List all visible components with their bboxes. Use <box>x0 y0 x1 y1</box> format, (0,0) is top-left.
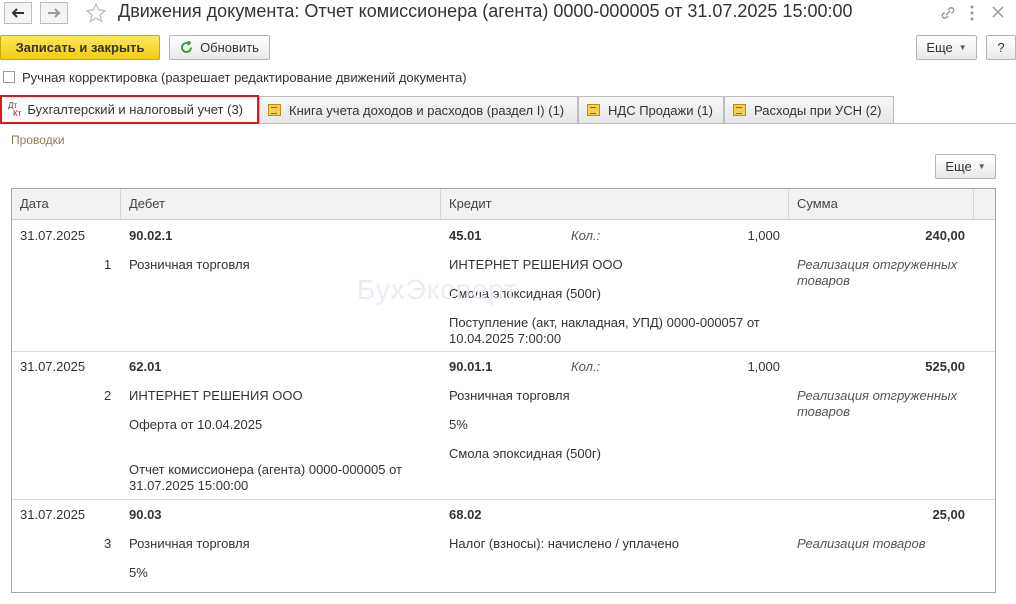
help-button[interactable]: ? <box>986 35 1016 60</box>
row2-content: Реализация отгруженных <box>797 388 958 403</box>
row1-date: 31.07.2025 <box>20 228 86 243</box>
row3-number: 3 <box>104 536 112 551</box>
row2-qty: 1,000 <box>747 359 780 374</box>
row2-date: 31.07.2025 <box>20 359 86 374</box>
close-icon <box>992 6 1004 18</box>
register-icon <box>587 104 600 116</box>
forward-button[interactable] <box>40 2 68 24</box>
manual-edit-checkbox[interactable] <box>3 71 15 83</box>
arrow-left-icon <box>11 8 24 18</box>
row1-number: 1 <box>104 257 112 272</box>
row2-credit-line: Смола эпоксидная (500г) <box>449 446 601 461</box>
tab-income-book[interactable]: Книга учета доходов и расходов (раздел I… <box>259 96 578 123</box>
row1-qty-label: Кол.: <box>571 228 601 243</box>
row3-amount: 25,00 <box>932 507 965 522</box>
save-and-close-button[interactable]: Записать и закрыть <box>0 35 160 60</box>
column-header-amount[interactable]: Сумма <box>789 189 974 219</box>
row2-debit-line: Отчет комиссионера (агента) 0000-000005 … <box>129 462 402 477</box>
row3-credit-account: 68.02 <box>449 507 482 522</box>
tab-usn-expenses[interactable]: Расходы при УСН (2) <box>724 96 894 123</box>
link-icon <box>941 7 955 19</box>
link-button[interactable] <box>939 4 957 25</box>
row2-qty-label: Кол.: <box>571 359 601 374</box>
column-header-credit[interactable]: Кредит <box>441 189 789 219</box>
column-header-date[interactable]: Дата <box>12 189 121 219</box>
star-icon <box>85 2 107 23</box>
refresh-button[interactable]: Обновить <box>169 35 270 60</box>
arrow-right-icon <box>48 8 61 18</box>
row3-debit-line: 5% <box>129 565 148 580</box>
row2-content: товаров <box>797 404 850 419</box>
row2-credit-line: 5% <box>449 417 468 432</box>
row1-debit-account: 90.02.1 <box>129 228 173 243</box>
row2-number: 2 <box>104 388 112 403</box>
column-header-debit[interactable]: Дебет <box>121 189 441 219</box>
tab-label: Бухгалтерский и налоговый учет (3) <box>27 102 244 117</box>
row3-date: 31.07.2025 <box>20 507 86 522</box>
table-more-button[interactable]: Еще ▼ <box>935 154 996 179</box>
row2-debit-line: ИНТЕРНЕТ РЕШЕНИЯ ООО <box>129 388 303 403</box>
manual-edit-label: Ручная корректировка (разрешает редактир… <box>22 70 467 85</box>
row3-credit-line: Налог (взносы): начислено / уплачено <box>449 536 679 551</box>
row-divider <box>12 499 995 500</box>
row-divider <box>12 351 995 352</box>
more-vertical-icon <box>970 5 974 21</box>
row2-credit-line: Розничная торговля <box>449 388 570 403</box>
window-title: Движения документа: Отчет комиссионера (… <box>118 1 853 21</box>
register-icon <box>268 104 281 116</box>
row1-credit-account: 45.01 <box>449 228 482 243</box>
tab-label: Расходы при УСН (2) <box>754 102 882 118</box>
row1-content: Реализация отгруженных <box>797 257 958 272</box>
chevron-down-icon: ▼ <box>977 162 986 171</box>
tab-label: Книга учета доходов и расходов (раздел I… <box>289 102 565 118</box>
favorite-button[interactable] <box>85 2 107 27</box>
row3-content: Реализация товаров <box>797 536 926 551</box>
row3-debit-line: Розничная торговля <box>129 536 250 551</box>
row1-credit-line: Поступление (акт, накладная, УПД) 0000-0… <box>449 315 760 330</box>
row2-amount: 525,00 <box>925 359 965 374</box>
watermark: БухЭксперт <box>357 274 518 305</box>
tab-vat-sales[interactable]: НДС Продажи (1) <box>578 96 724 123</box>
refresh-label: Обновить <box>200 40 259 55</box>
row1-qty: 1,000 <box>747 228 780 243</box>
close-button[interactable] <box>990 4 1006 23</box>
row1-content: товаров <box>797 273 850 288</box>
row1-amount: 240,00 <box>925 228 965 243</box>
more-actions-button[interactable] <box>967 4 977 25</box>
back-button[interactable] <box>4 2 32 24</box>
row1-debit-line: Розничная торговля <box>129 257 250 272</box>
row1-credit-line: 10.04.2025 7:00:00 <box>449 331 562 346</box>
row3-debit-account: 90.03 <box>129 507 162 522</box>
tab-label: НДС Продажи (1) <box>608 102 713 118</box>
row2-debit-account: 62.01 <box>129 359 162 374</box>
tab-accounting[interactable]: Дт Кт Бухгалтерский и налоговый учет (3) <box>0 95 259 124</box>
chevron-down-icon: ▼ <box>958 43 967 52</box>
postings-table[interactable]: Дата Дебет Кредит Сумма 31.07.2025 90.02… <box>11 188 996 593</box>
more-label: Еще <box>926 40 953 55</box>
row1-credit-line: ИНТЕРНЕТ РЕШЕНИЯ ООО <box>449 257 623 272</box>
register-icon <box>733 104 746 116</box>
table-more-label: Еще <box>945 159 972 174</box>
row2-debit-line: 31.07.2025 15:00:00 <box>129 478 249 493</box>
more-button[interactable]: Еще ▼ <box>916 35 977 60</box>
section-label: Проводки <box>11 133 65 147</box>
table-header: Дата Дебет Кредит Сумма <box>12 189 995 220</box>
refresh-icon <box>181 41 192 53</box>
row2-debit-line: Оферта от 10.04.2025 <box>129 417 263 432</box>
row2-credit-account: 90.01.1 <box>449 359 493 374</box>
dt-kt-icon: Дт Кт <box>8 100 22 118</box>
